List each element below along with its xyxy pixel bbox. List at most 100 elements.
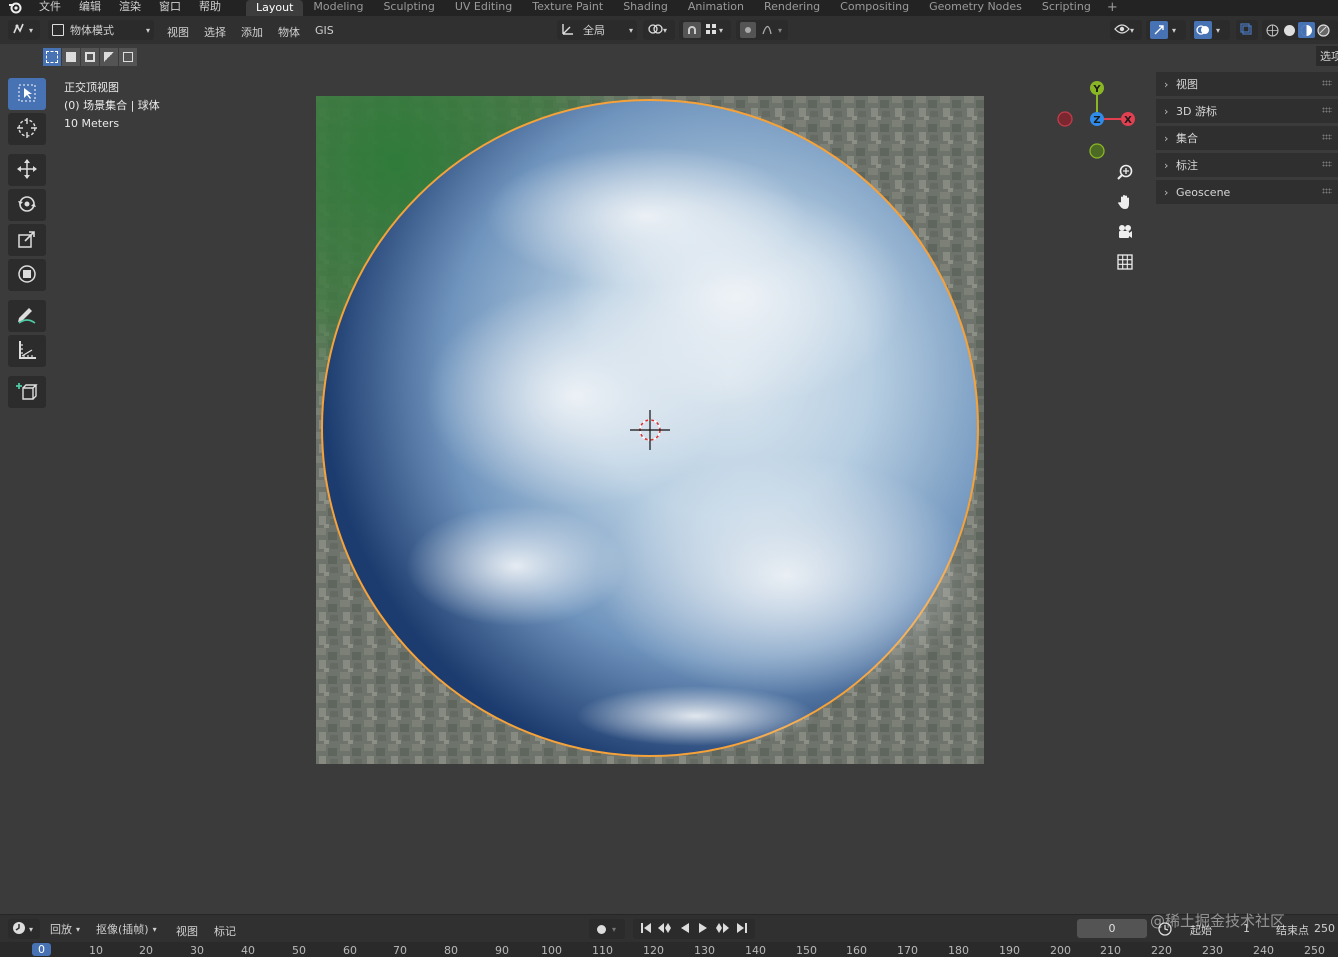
prev-keyframe-icon[interactable] xyxy=(657,922,673,937)
move-tool[interactable] xyxy=(8,154,46,186)
tab-geometry-nodes[interactable]: Geometry Nodes xyxy=(919,0,1032,14)
play-reverse-icon[interactable] xyxy=(679,922,691,937)
select-intersect-button[interactable] xyxy=(119,48,137,66)
navigation-gizmo[interactable]: Y X Z xyxy=(1055,78,1139,162)
tab-compositing[interactable]: Compositing xyxy=(830,0,919,14)
rendered-shading-icon[interactable] xyxy=(1315,22,1332,38)
ruler-tick: 250 xyxy=(1304,944,1325,957)
drag-grip-icon[interactable] xyxy=(1322,188,1332,194)
timeline-ruler[interactable]: 0 10 20 30 40 50 60 70 80 90 100 110 120… xyxy=(0,942,1338,957)
end-frame-value[interactable]: 250 xyxy=(1314,922,1335,935)
xray-toggle-button[interactable] xyxy=(1236,20,1258,40)
camera-view-button[interactable] xyxy=(1112,220,1138,246)
scale-tool[interactable] xyxy=(8,224,46,256)
add-cube-tool[interactable] xyxy=(8,376,46,408)
menu-help[interactable]: 帮助 xyxy=(190,0,230,14)
proportional-edit-group[interactable]: ▾ xyxy=(736,20,788,40)
cursor-select-icon xyxy=(17,83,37,106)
pencil-icon xyxy=(15,304,39,329)
panel-section-collection[interactable]: › 集合 xyxy=(1156,126,1338,150)
rotate-tool[interactable] xyxy=(8,189,46,221)
select-box-tool[interactable] xyxy=(8,78,46,110)
select-subtract-button[interactable] xyxy=(81,48,99,66)
select-intersect-icon xyxy=(123,52,133,62)
header-menu-add[interactable]: 添加 xyxy=(241,24,263,40)
tab-scripting[interactable]: Scripting xyxy=(1032,0,1101,14)
keying-menu[interactable]: 抠像(插帧) ▾ xyxy=(92,919,168,939)
tab-shading[interactable]: Shading xyxy=(613,0,678,14)
orientation-label: 全局 xyxy=(583,24,605,37)
select-subtract-icon xyxy=(85,52,95,62)
mode-select[interactable]: 物体模式 ▾ xyxy=(48,20,154,40)
select-extend-button[interactable] xyxy=(62,48,80,66)
snap-group[interactable]: ▾ xyxy=(679,20,731,40)
header-menu-select[interactable]: 选择 xyxy=(204,24,226,40)
panel-section-label: Geoscene xyxy=(1176,185,1231,199)
viewport-scene[interactable] xyxy=(316,96,984,764)
header-menu-view[interactable]: 视图 xyxy=(167,24,189,40)
select-new-button[interactable] xyxy=(43,48,61,66)
menu-render[interactable]: 渲染 xyxy=(110,0,150,14)
solid-shading-icon[interactable] xyxy=(1281,22,1298,38)
select-invert-button[interactable] xyxy=(100,48,118,66)
gizmo-toggle-button[interactable]: ▾ xyxy=(1146,20,1186,40)
tab-layout[interactable]: Layout xyxy=(246,0,304,16)
panel-section-annotations[interactable]: › 标注 xyxy=(1156,153,1338,177)
drag-grip-icon[interactable] xyxy=(1322,80,1332,86)
panel-section-geoscene[interactable]: › Geoscene xyxy=(1156,180,1338,204)
clock-icon xyxy=(12,921,26,938)
panel-section-3d-cursor[interactable]: › 3D 游标 xyxy=(1156,99,1338,123)
tab-texture-paint[interactable]: Texture Paint xyxy=(522,0,613,14)
panel-section-view[interactable]: › 视图 xyxy=(1156,72,1338,96)
menu-edit[interactable]: 编辑 xyxy=(70,0,110,14)
visibility-button[interactable]: ▾ xyxy=(1110,20,1142,40)
pan-button[interactable] xyxy=(1112,190,1138,216)
annotate-tool[interactable] xyxy=(8,300,46,332)
timeline-header: ▾ 回放 ▾ 抠像(插帧) ▾ 视图 标记 ▾ 0 起始 1 结束点 250 xyxy=(0,914,1338,943)
ruler-tick-current[interactable]: 0 xyxy=(32,943,51,956)
play-icon[interactable] xyxy=(697,922,709,937)
current-frame-field[interactable]: 0 xyxy=(1077,919,1147,938)
header-menu-gis[interactable]: GIS xyxy=(315,24,334,37)
tab-animation[interactable]: Animation xyxy=(678,0,754,14)
measure-tool[interactable] xyxy=(8,335,46,367)
npanel-tab-options[interactable]: 选项 xyxy=(1316,46,1338,66)
transform-tool[interactable] xyxy=(8,259,46,291)
tab-sculpting[interactable]: Sculpting xyxy=(373,0,444,14)
gizmo-y-negative[interactable] xyxy=(1089,143,1105,159)
tab-uv-editing[interactable]: UV Editing xyxy=(445,0,522,14)
toggle-ortho-button[interactable] xyxy=(1112,250,1138,276)
timeline-menu-view[interactable]: 视图 xyxy=(176,923,198,939)
drag-grip-icon[interactable] xyxy=(1322,161,1332,167)
pivot-point-button[interactable]: ▾ xyxy=(643,20,675,40)
gizmo-x-negative[interactable] xyxy=(1057,111,1073,127)
chevron-down-icon: ▾ xyxy=(628,25,633,35)
jump-end-icon[interactable] xyxy=(736,922,748,937)
ruler-tick: 60 xyxy=(343,944,357,957)
auto-keying-button[interactable]: ▾ xyxy=(589,919,625,939)
jump-start-icon[interactable] xyxy=(640,922,652,937)
tab-rendering[interactable]: Rendering xyxy=(754,0,830,14)
overlays-button[interactable]: ▾ xyxy=(1190,20,1230,40)
menu-window[interactable]: 窗口 xyxy=(150,0,190,14)
cursor-tool[interactable] xyxy=(8,113,46,145)
blender-logo-icon[interactable] xyxy=(0,0,30,16)
material-shading-icon[interactable] xyxy=(1298,22,1315,38)
chevron-down-icon: ▾ xyxy=(719,25,724,35)
drag-grip-icon[interactable] xyxy=(1322,134,1332,140)
timeline-editor-type-button[interactable]: ▾ xyxy=(8,919,40,939)
next-keyframe-icon[interactable] xyxy=(714,922,730,937)
menu-file[interactable]: 文件 xyxy=(30,0,70,14)
shading-mode-group[interactable] xyxy=(1262,20,1338,40)
wireframe-shading-icon[interactable] xyxy=(1264,22,1281,38)
editor-type-button[interactable]: ▾ xyxy=(8,20,40,40)
transform-orientation-select[interactable]: 全局 ▾ xyxy=(557,20,637,40)
header-menu-object[interactable]: 物体 xyxy=(278,24,300,40)
timeline-menu-marker[interactable]: 标记 xyxy=(214,923,236,939)
playback-menu[interactable]: 回放 ▾ xyxy=(46,919,90,939)
zoom-button[interactable] xyxy=(1112,160,1138,186)
tool-settings-bar xyxy=(0,44,1338,70)
add-workspace-button[interactable]: + xyxy=(1101,0,1124,15)
drag-grip-icon[interactable] xyxy=(1322,107,1332,113)
tab-modeling[interactable]: Modeling xyxy=(303,0,373,14)
